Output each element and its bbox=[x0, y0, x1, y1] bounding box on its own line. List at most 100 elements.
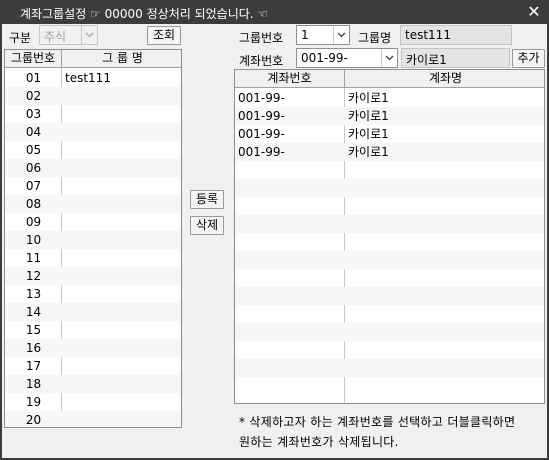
group-name-cell bbox=[65, 321, 181, 339]
column-header-group-no[interactable]: 그룹번호 bbox=[5, 50, 62, 68]
group-table-row[interactable]: 10 bbox=[5, 231, 181, 249]
account-table-row[interactable] bbox=[235, 233, 544, 251]
group-no-cell: 12 bbox=[25, 269, 42, 283]
account-no-label: 계좌번호 bbox=[239, 54, 284, 68]
group-table-row[interactable]: 07 bbox=[5, 177, 181, 195]
group-name-cell bbox=[65, 393, 181, 411]
group-table-row[interactable]: 01 test111 bbox=[5, 69, 181, 87]
account-list-grid[interactable]: 계좌번호 계좌명 001-99- 카이로1 001-99- 카이로1 001-99- 카이… bbox=[234, 69, 545, 404]
gubun-label: 구분 bbox=[9, 31, 32, 45]
column-header-group-name[interactable]: 그 룹 명 bbox=[62, 50, 181, 68]
group-table-row[interactable]: 09 bbox=[5, 213, 181, 231]
account-table-row[interactable] bbox=[235, 341, 544, 359]
window-client-area: 구분 주식 조회 그룹번호 그 룹 명 01 test111 02 03 04 05 06 0… bbox=[2, 24, 547, 458]
column-header-account-name[interactable]: 계좌명 bbox=[345, 70, 544, 88]
account-table-row[interactable] bbox=[235, 269, 544, 287]
account-list-header: 계좌번호 계좌명 bbox=[235, 70, 544, 88]
group-table-row[interactable]: 13 bbox=[5, 285, 181, 303]
gubun-select-value: 주식 bbox=[44, 30, 67, 44]
register-button[interactable]: 등록 bbox=[190, 190, 224, 209]
group-table-row[interactable]: 14 bbox=[5, 303, 181, 321]
group-table-row[interactable]: 15 bbox=[5, 321, 181, 339]
account-name-field: 카이로1 bbox=[401, 48, 510, 68]
group-no-cell: 14 bbox=[25, 305, 42, 319]
group-name-cell bbox=[65, 105, 181, 123]
account-table-row[interactable]: 001-99- 카이로1 bbox=[235, 125, 544, 143]
group-name-cell bbox=[65, 303, 181, 321]
group-table-row[interactable]: 19 bbox=[5, 393, 181, 411]
group-table-row[interactable]: 18 bbox=[5, 375, 181, 393]
group-table-row[interactable]: 16 bbox=[5, 339, 181, 357]
account-group-window: 계좌그룹설정 ☞ 00000 정상처리 되었습니다. ☜ ✕ 구분 주식 조회 … bbox=[0, 0, 549, 460]
group-table-row[interactable]: 06 bbox=[5, 159, 181, 177]
group-name-cell bbox=[65, 141, 181, 159]
account-no-cell: 001-99- bbox=[238, 109, 285, 123]
group-name-cell bbox=[65, 285, 181, 303]
group-no-cell: 16 bbox=[25, 341, 42, 355]
close-icon: ✕ bbox=[527, 2, 541, 21]
group-name-field: test111 bbox=[400, 25, 512, 45]
gubun-select[interactable]: 주식 bbox=[39, 25, 98, 45]
group-no-select-value: 1 bbox=[301, 28, 309, 42]
group-name-cell bbox=[65, 231, 181, 249]
account-table-row[interactable] bbox=[235, 323, 544, 341]
account-table-row[interactable]: 001-99- 카이로1 bbox=[235, 107, 544, 125]
group-no-cell: 03 bbox=[25, 107, 42, 121]
group-no-cell: 04 bbox=[25, 125, 42, 139]
group-no-cell: 19 bbox=[25, 395, 42, 409]
account-table-row[interactable] bbox=[235, 305, 544, 323]
group-table-row[interactable]: 11 bbox=[5, 249, 181, 267]
help-note-line1: * 삭제하고자 하는 계좌번호를 선택하고 더블클릭하면 bbox=[239, 415, 516, 429]
group-no-cell: 02 bbox=[25, 89, 42, 103]
group-no-cell: 06 bbox=[25, 161, 42, 175]
account-table-row[interactable] bbox=[235, 179, 544, 197]
account-table-row[interactable]: 001-99- 카이로1 bbox=[235, 143, 544, 161]
group-table-row[interactable]: 08 bbox=[5, 195, 181, 213]
account-table-row[interactable] bbox=[235, 215, 544, 233]
column-header-account-no[interactable]: 계좌번호 bbox=[235, 70, 345, 88]
group-name-cell: test111 bbox=[65, 71, 111, 85]
query-button[interactable]: 조회 bbox=[147, 26, 181, 45]
delete-button[interactable]: 삭제 bbox=[190, 216, 224, 235]
account-table-row[interactable] bbox=[235, 359, 544, 377]
account-table-row[interactable] bbox=[235, 287, 544, 305]
group-table-row[interactable]: 03 bbox=[5, 105, 181, 123]
account-table-row[interactable]: 001-99- 카이로1 bbox=[235, 89, 544, 107]
group-list-grid[interactable]: 그룹번호 그 룹 명 01 test111 02 03 04 05 06 07 08 09 10 11… bbox=[4, 49, 182, 428]
group-no-select[interactable]: 1 bbox=[296, 25, 350, 45]
add-button[interactable]: 추가 bbox=[512, 49, 545, 68]
group-name-cell bbox=[65, 195, 181, 213]
group-no-cell: 08 bbox=[25, 197, 42, 211]
account-table-row[interactable] bbox=[235, 197, 544, 215]
group-table-row[interactable]: 20 bbox=[5, 411, 181, 427]
group-name-cell bbox=[65, 213, 181, 231]
account-no-select[interactable]: 001-99- bbox=[296, 48, 398, 68]
account-table-row[interactable] bbox=[235, 161, 544, 179]
account-no-select-value: 001-99- bbox=[301, 51, 348, 65]
group-name-cell bbox=[65, 249, 181, 267]
group-name-label: 그룹명 bbox=[358, 31, 392, 45]
help-note-line2: 원하는 계좌번호가 삭제됩니다. bbox=[239, 435, 399, 449]
window-title: 계좌그룹설정 ☞ 00000 정상처리 되었습니다. ☜ bbox=[20, 7, 269, 21]
group-no-cell: 05 bbox=[25, 143, 42, 157]
group-name-cell bbox=[65, 123, 181, 141]
group-name-cell bbox=[65, 411, 181, 427]
group-table-row[interactable]: 04 bbox=[5, 123, 181, 141]
group-table-row[interactable]: 17 bbox=[5, 357, 181, 375]
group-no-label: 그룹번호 bbox=[239, 31, 284, 45]
account-no-cell: 001-99- bbox=[238, 127, 285, 141]
close-button[interactable]: ✕ bbox=[525, 2, 543, 22]
chevron-down-icon bbox=[81, 26, 97, 44]
group-name-cell bbox=[65, 357, 181, 375]
chevron-down-icon bbox=[381, 49, 397, 67]
group-table-row[interactable]: 02 bbox=[5, 87, 181, 105]
group-table-row[interactable]: 05 bbox=[5, 141, 181, 159]
group-name-cell bbox=[65, 375, 181, 393]
title-bar: 계좌그룹설정 ☞ 00000 정상처리 되었습니다. ☜ ✕ bbox=[0, 0, 549, 24]
account-no-cell: 001-99- bbox=[238, 145, 285, 159]
account-no-cell: 001-99- bbox=[238, 91, 285, 105]
account-table-row[interactable] bbox=[235, 251, 544, 269]
group-table-row[interactable]: 12 bbox=[5, 267, 181, 285]
group-no-cell: 07 bbox=[25, 179, 42, 193]
group-no-cell: 17 bbox=[25, 359, 42, 373]
